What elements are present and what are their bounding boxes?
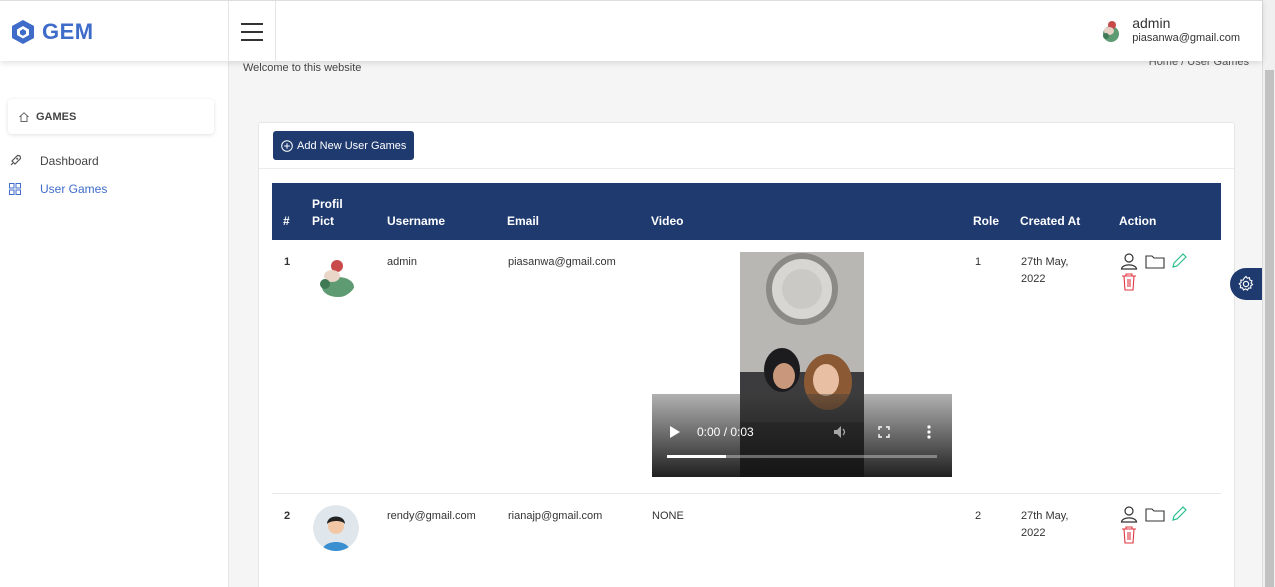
plus-circle-icon	[281, 139, 293, 152]
row-created-line2: 2022	[1021, 273, 1046, 285]
gear-icon	[1238, 275, 1254, 291]
folder-icon[interactable]	[1145, 255, 1165, 269]
sidebar-item-label: Dashboard	[40, 154, 99, 168]
row-number: 1	[284, 256, 291, 268]
user-icon[interactable]	[1120, 252, 1138, 270]
user-name: admin	[1132, 15, 1171, 31]
sidebar: GAMES Dashboard User Games	[0, 61, 229, 587]
brand-name: GEM	[42, 18, 94, 44]
video-time: 0:00 / 0:03	[697, 425, 754, 439]
avatar	[312, 252, 358, 298]
row-role: 2	[975, 510, 982, 522]
avatar	[313, 505, 359, 551]
row-video: NONE	[652, 510, 684, 522]
table-header: # Profil Pict Username Email Video Role …	[272, 183, 1221, 240]
more-options-icon[interactable]	[927, 425, 931, 439]
video-player[interactable]: 0:00 / 0:03	[652, 252, 952, 477]
row-created-line1: 27th May,	[1021, 256, 1069, 268]
col-action: Action	[1119, 214, 1157, 228]
edit-icon[interactable]	[1170, 505, 1188, 523]
col-video: Video	[651, 214, 684, 228]
welcome-text: Welcome to this website	[243, 62, 362, 74]
col-created: Created At	[1020, 214, 1081, 228]
col-role: Role	[973, 214, 1000, 228]
card-toolbar: Add New User Games	[259, 123, 1234, 169]
sidebar-section-games[interactable]: GAMES	[8, 99, 214, 134]
sidebar-item-dashboard[interactable]: Dashboard	[8, 154, 99, 168]
add-button-label: Add New User Games	[297, 139, 407, 152]
col-num: #	[283, 214, 290, 228]
play-icon[interactable]	[670, 426, 680, 438]
scrollbar-thumb[interactable]	[1265, 70, 1274, 587]
grid-icon	[8, 182, 22, 196]
col-email: Email	[507, 214, 540, 228]
col-username: Username	[387, 214, 446, 228]
fullscreen-icon[interactable]	[878, 426, 890, 438]
video-progress-fill	[667, 455, 727, 458]
top-header: GEM admin piasanwa@gmail.com	[0, 0, 1262, 62]
row-username: admin	[387, 256, 417, 268]
add-user-games-button[interactable]: Add New User Games	[273, 131, 415, 160]
user-email: piasanwa@gmail.com	[1132, 32, 1240, 44]
sidebar-item-label: User Games	[40, 182, 108, 196]
edit-icon[interactable]	[1170, 252, 1188, 270]
volume-icon[interactable]	[834, 426, 848, 438]
video-progress-bar[interactable]	[667, 455, 937, 458]
row-created-line2: 2022	[1021, 527, 1046, 539]
col-pict-line2: Pict	[312, 214, 335, 228]
gem-logo-icon	[12, 19, 34, 44]
sidebar-section-label: GAMES	[36, 110, 77, 123]
row-email: piasanwa@gmail.com	[508, 256, 616, 268]
page-scrollbar[interactable]	[1262, 0, 1275, 587]
folder-icon[interactable]	[1145, 508, 1165, 522]
user-icon[interactable]	[1120, 505, 1138, 523]
hamburger-icon	[241, 22, 263, 25]
trash-icon[interactable]	[1121, 273, 1137, 291]
row-number: 2	[284, 510, 291, 522]
menu-toggle-button[interactable]	[229, 1, 276, 62]
avatar	[1103, 21, 1120, 42]
row-email: rianajp@gmail.com	[508, 510, 603, 522]
user-menu[interactable]: admin piasanwa@gmail.com	[1098, 15, 1240, 45]
brand[interactable]: GEM	[0, 1, 229, 62]
home-icon	[19, 111, 29, 122]
row-role: 1	[975, 256, 982, 268]
trash-icon[interactable]	[1121, 526, 1137, 544]
col-pict-line1: Profil	[312, 197, 343, 211]
row-username: rendy@gmail.com	[387, 510, 476, 522]
rocket-icon	[8, 154, 22, 168]
sidebar-item-user-games[interactable]: User Games	[8, 182, 107, 196]
video-controls: 0:00 / 0:03	[652, 394, 952, 477]
table-row: 1 admin piasanwa@gmail.com 0:00 / 0:03 1…	[272, 240, 1221, 494]
row-created-line1: 27th May,	[1021, 510, 1069, 522]
settings-toggle-button[interactable]	[1230, 268, 1262, 300]
table-row: 2 rendy@gmail.com rianajp@gmail.com NONE…	[272, 494, 1221, 574]
